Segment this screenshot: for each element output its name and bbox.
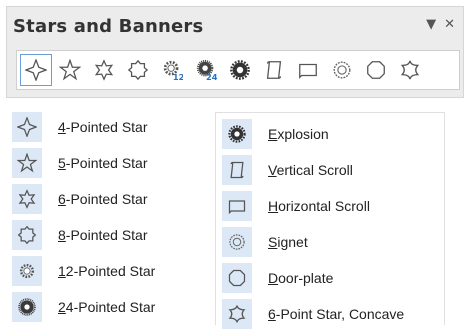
signet-button[interactable]: [326, 54, 358, 86]
vertical-scroll-icon: [266, 61, 282, 79]
4-pointed-star-icon: [12, 112, 42, 142]
badge-24: 24: [206, 72, 217, 81]
stars-dropdown-menu: 4-Pointed Star 5-Pointed Star 6-Pointed …: [12, 112, 207, 325]
menu-item-label: 12-Pointed Star: [58, 263, 156, 279]
signet-icon: [222, 227, 252, 257]
toolbar-controls: ▼ ✕: [426, 17, 455, 32]
menu-item-label: 24-Pointed Star: [58, 299, 156, 315]
explosion-icon: [230, 60, 250, 80]
horizontal-scroll-icon: [299, 63, 317, 79]
toolbar-icon-row: 12 24: [16, 50, 460, 90]
door-plate-icon: [222, 263, 252, 293]
toolbar-menu-icon[interactable]: ▼: [426, 17, 436, 32]
explosion-button[interactable]: [224, 54, 256, 86]
menu-item-label: 6-Point Star, Concave: [268, 306, 405, 322]
menu-item-door-plate[interactable]: Door-plate: [216, 263, 444, 293]
menu-item-4-pointed-star[interactable]: 4-Pointed Star: [12, 112, 207, 142]
5-pointed-star-icon: [12, 148, 42, 178]
door-plate-icon: [367, 61, 385, 79]
explosion-icon: [222, 119, 252, 149]
5-pointed-star-button[interactable]: [54, 54, 86, 86]
menu-item-24-pointed-star[interactable]: 24-Pointed Star: [12, 292, 207, 322]
6-pointed-star-icon: [12, 184, 42, 214]
24-pointed-star-icon: [12, 292, 42, 322]
menu-item-12-pointed-star[interactable]: 12-Pointed Star: [12, 256, 207, 286]
menu-item-label: Door-plate: [268, 270, 334, 286]
24-pointed-star-button[interactable]: 24: [190, 54, 222, 86]
menu-item-6-pointed-star[interactable]: 6-Pointed Star: [12, 184, 207, 214]
menu-item-vertical-scroll[interactable]: Vertical Scroll: [216, 155, 444, 185]
vertical-scroll-icon: [222, 155, 252, 185]
menu-item-label: Signet: [268, 234, 308, 250]
vertical-scroll-button[interactable]: [258, 54, 290, 86]
6-pointed-star-icon: [94, 59, 114, 81]
toolbar-title: Stars and Banners: [13, 16, 204, 37]
8-pointed-star-icon: [127, 59, 149, 81]
12-pointed-star-button[interactable]: 12: [156, 54, 188, 86]
menu-item-5-pointed-star[interactable]: 5-Pointed Star: [12, 148, 207, 178]
menu-item-label: 6-Pointed Star: [58, 191, 148, 207]
24-pointed-star-icon: 24: [196, 59, 217, 81]
stars-and-banners-toolbar: Stars and Banners ▼ ✕ 124: [6, 6, 464, 98]
menu-item-label: Vertical Scroll: [268, 162, 353, 178]
8-pointed-star-button[interactable]: [122, 54, 154, 86]
menu-item-8-pointed-star[interactable]: 8-Pointed Star: [12, 220, 207, 250]
menu-item-label: Horizontal Scroll: [268, 198, 370, 214]
menu-item-label: 8-Pointed Star: [58, 227, 148, 243]
6-point-star-concave-icon: [400, 60, 420, 80]
banners-dropdown-menu: Explosion Vertical Scroll Horizontal Scr…: [215, 112, 445, 329]
menu-item-label: 5-Pointed Star: [58, 155, 148, 171]
menu-item-explosion[interactable]: Explosion: [216, 119, 444, 149]
menu-item-horizontal-scroll[interactable]: Horizontal Scroll: [216, 191, 444, 221]
menu-item-signet[interactable]: Signet: [216, 227, 444, 257]
horizontal-scroll-button[interactable]: [292, 54, 324, 86]
menu-item-label: 4-Pointed Star: [58, 119, 148, 135]
4-pointed-star-button[interactable]: [20, 54, 52, 86]
12-pointed-star-icon: 12: [163, 60, 183, 81]
12-pointed-star-icon: [12, 256, 42, 286]
signet-icon: [333, 61, 351, 79]
4-pointed-star-icon: [25, 59, 47, 81]
badge-12: 12: [173, 72, 183, 81]
menu-item-label: Explosion: [268, 126, 329, 142]
5-pointed-star-icon: [59, 59, 81, 81]
door-plate-button[interactable]: [360, 54, 392, 86]
8-pointed-star-icon: [12, 220, 42, 250]
close-icon[interactable]: ✕: [444, 17, 455, 32]
horizontal-scroll-icon: [222, 191, 252, 221]
6-pointed-star-button[interactable]: [88, 54, 120, 86]
6-point-star-concave-button[interactable]: [394, 54, 426, 86]
